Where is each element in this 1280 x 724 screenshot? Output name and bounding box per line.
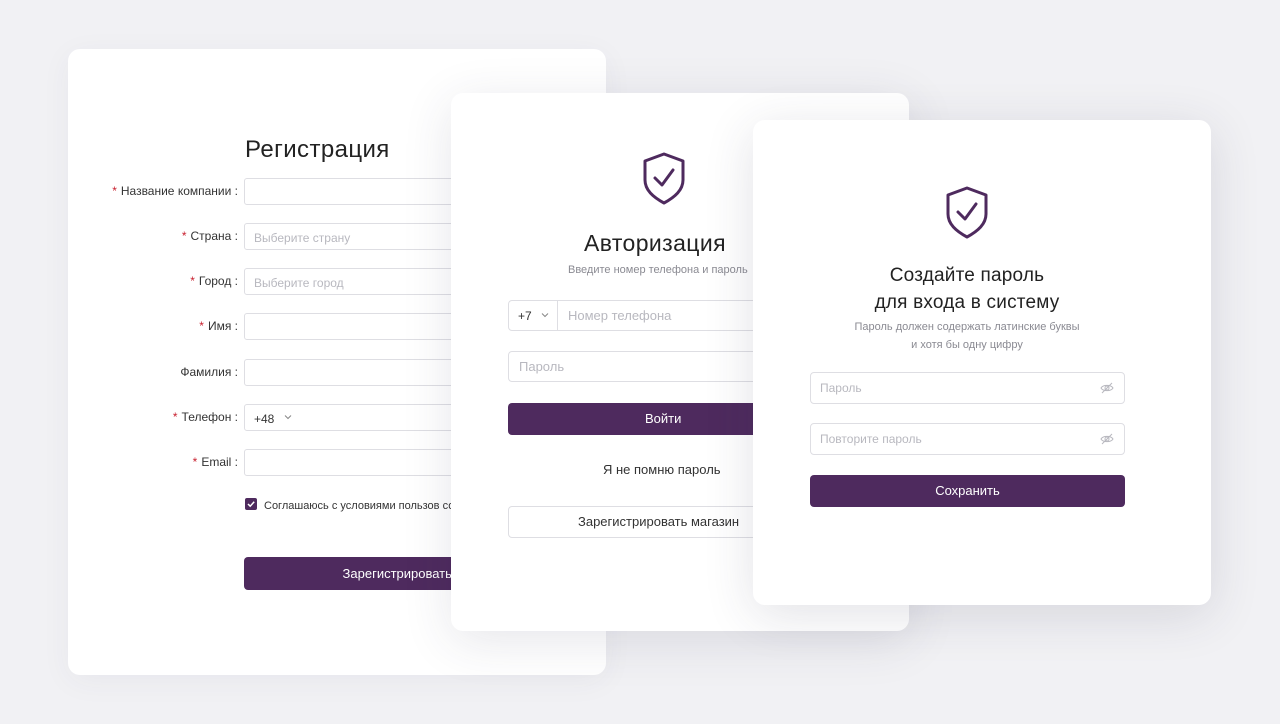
- chevron-down-icon: [284, 415, 292, 420]
- checkmark-icon: [247, 501, 255, 508]
- create-password-card: Создайте пароль для входа в систему Паро…: [753, 120, 1211, 605]
- phone-label: * Телефон :: [172, 410, 238, 424]
- eye-off-icon[interactable]: [1100, 433, 1114, 445]
- required-mark: *: [190, 274, 195, 288]
- new-password-input[interactable]: Пароль: [810, 372, 1125, 404]
- first-name-label: * Имя :: [199, 319, 238, 333]
- required-mark: *: [172, 410, 178, 424]
- required-mark: *: [192, 455, 198, 469]
- phone-code-select[interactable]: +48: [244, 404, 302, 431]
- title-line-1: Создайте пароль: [889, 265, 1045, 286]
- password-hint: Пароль должен содержать латинские буквы …: [753, 318, 1181, 354]
- shield-check-icon: [946, 186, 988, 239]
- email-label: * Email :: [192, 455, 238, 469]
- new-password-placeholder: Пароль: [820, 381, 862, 395]
- repeat-password-placeholder: Повторите пароль: [820, 432, 922, 446]
- save-button[interactable]: Сохранить: [810, 475, 1125, 507]
- hint-line-1: Пароль должен содержать латинские буквы: [854, 321, 1080, 333]
- required-mark: *: [181, 229, 187, 243]
- auth-subtitle: Введите номер телефона и пароль: [568, 264, 748, 276]
- create-password-title: Создайте пароль для входа в систему: [753, 262, 1181, 316]
- registration-title: Регистрация: [245, 136, 390, 163]
- title-line-2: для входа в систему: [874, 292, 1060, 313]
- auth-title: Авторизация: [584, 230, 726, 256]
- company-name-label: * Название компании :: [112, 184, 238, 198]
- eye-off-icon[interactable]: [1100, 382, 1114, 394]
- phone-code-select[interactable]: +7: [508, 300, 558, 331]
- repeat-password-input[interactable]: Повторите пароль: [810, 423, 1125, 455]
- required-mark: *: [199, 319, 204, 333]
- forgot-password-link[interactable]: Я не помню пароль: [603, 462, 721, 477]
- chevron-down-icon: [541, 313, 549, 318]
- phone-code-value: +48: [254, 412, 275, 426]
- shield-check-icon: [643, 152, 685, 205]
- required-mark: *: [112, 184, 117, 198]
- last-name-label: Фамилия :: [180, 365, 238, 379]
- phone-code-value: +7: [518, 309, 532, 323]
- country-label: * Страна :: [181, 229, 238, 243]
- city-label: * Город :: [190, 274, 238, 288]
- hint-line-2: и хотя бы одну цифру: [911, 339, 1023, 351]
- agreement-checkbox[interactable]: [245, 498, 257, 510]
